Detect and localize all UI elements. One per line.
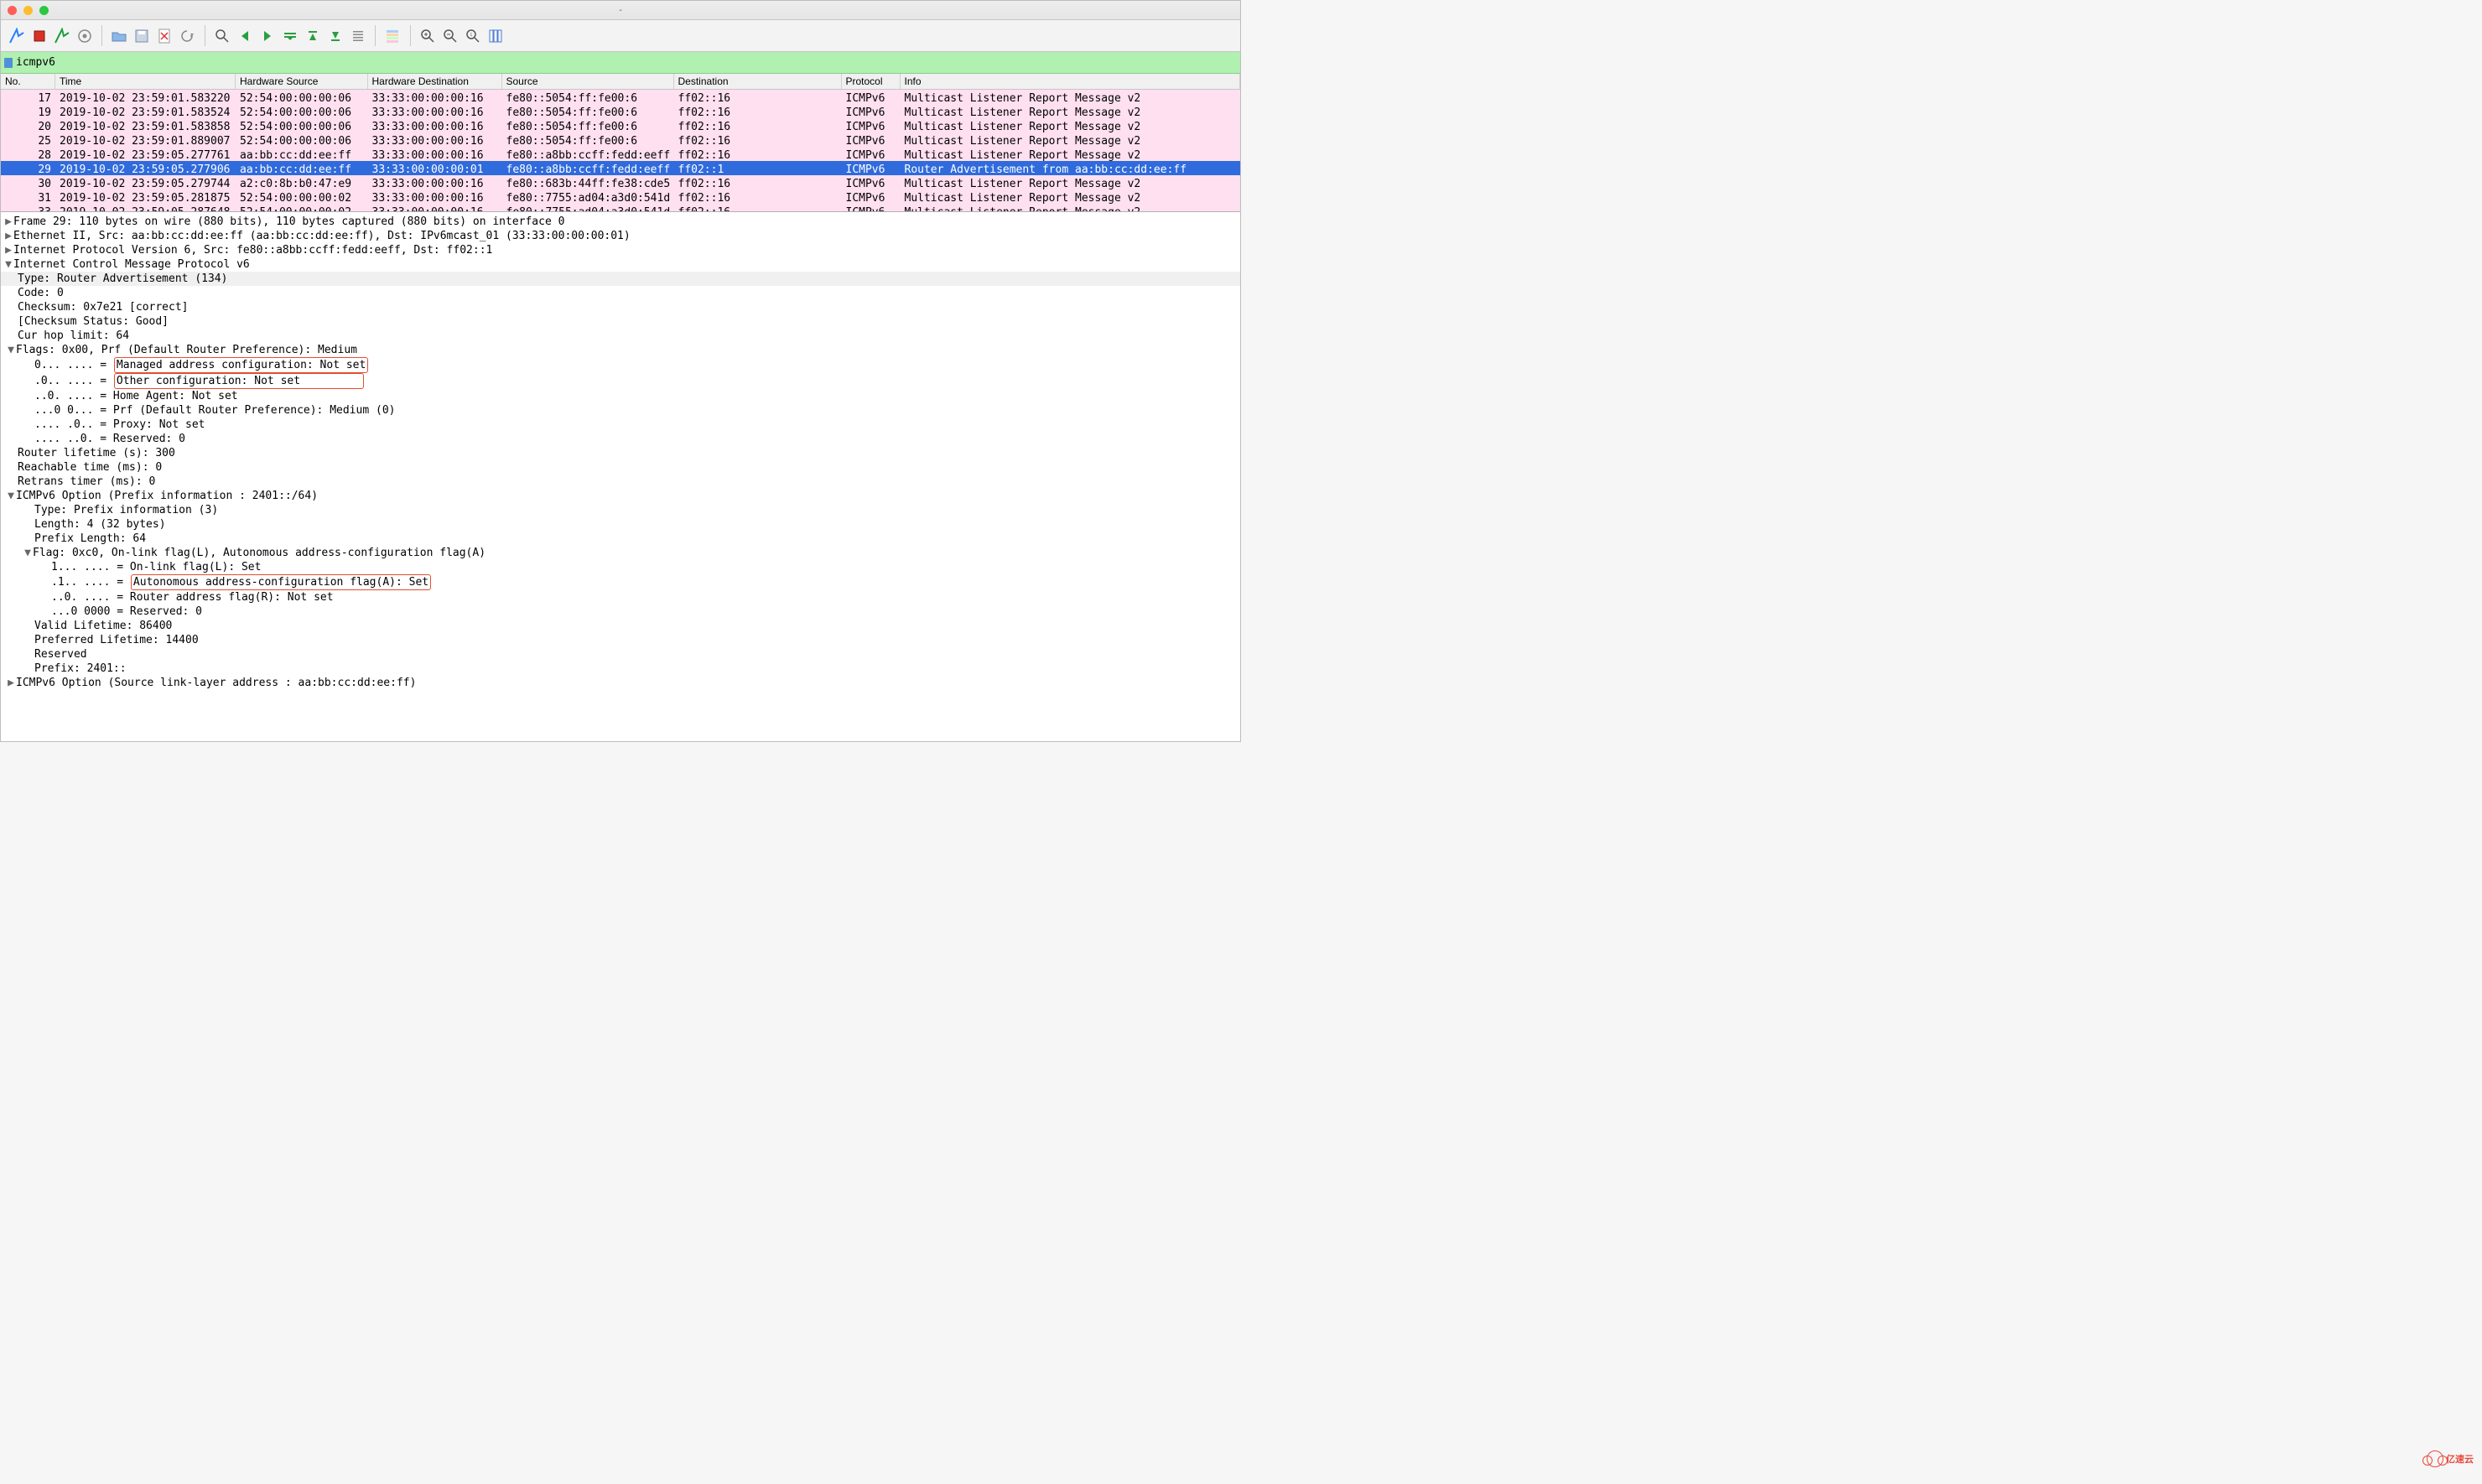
- highlight-autonomous: Autonomous address-configuration flag(A)…: [131, 574, 431, 590]
- zoom-in-icon[interactable]: [416, 24, 439, 47]
- tree-flag-proxy[interactable]: .... .0.. = Proxy: Not set: [1, 418, 1240, 432]
- close-button[interactable]: [8, 6, 17, 15]
- packet-row[interactable]: 292019-10-02 23:59:05.277906aa:bb:cc:dd:…: [1, 161, 1240, 175]
- tree-retrans-timer[interactable]: Retrans timer (ms): 0: [1, 475, 1240, 489]
- tree-valid-lifetime[interactable]: Valid Lifetime: 86400: [1, 619, 1240, 633]
- tree-flag-autonomous[interactable]: .1.. .... = Autonomous address-configura…: [1, 574, 1240, 590]
- save-file-icon[interactable]: [131, 24, 153, 47]
- go-forward-icon[interactable]: [256, 24, 278, 47]
- display-filter-input[interactable]: [16, 56, 1237, 69]
- packet-list-pane[interactable]: No. Time Hardware Source Hardware Destin…: [1, 74, 1240, 212]
- tree-option-sll[interactable]: ▶ICMPv6 Option (Source link-layer addres…: [1, 676, 1240, 690]
- stop-capture-icon[interactable]: [28, 24, 50, 47]
- tree-flag-reserved[interactable]: .... ..0. = Reserved: 0: [1, 432, 1240, 446]
- capture-options-icon[interactable]: [73, 24, 96, 47]
- col-src[interactable]: Source: [502, 74, 674, 89]
- start-capture-icon[interactable]: [5, 24, 28, 47]
- packet-details-pane[interactable]: ▶Frame 29: 110 bytes on wire (880 bits),…: [1, 212, 1240, 741]
- last-packet-icon[interactable]: [324, 24, 346, 47]
- tree-reserved[interactable]: Reserved: [1, 647, 1240, 662]
- tree-frame[interactable]: ▶Frame 29: 110 bytes on wire (880 bits),…: [1, 215, 1240, 229]
- col-time[interactable]: Time: [55, 74, 236, 89]
- tree-flag-prf[interactable]: ...0 0... = Prf (Default Router Preferen…: [1, 403, 1240, 418]
- tree-flag-other[interactable]: .0.. .... = Other configuration: Not set: [1, 373, 1240, 389]
- col-dst[interactable]: Destination: [674, 74, 842, 89]
- tree-checksum-status[interactable]: [Checksum Status: Good]: [1, 314, 1240, 329]
- highlight-other: Other configuration: Not set: [114, 373, 364, 389]
- packet-row[interactable]: 282019-10-02 23:59:05.277761aa:bb:cc:dd:…: [1, 147, 1240, 161]
- tree-checksum[interactable]: Checksum: 0x7e21 [correct]: [1, 300, 1240, 314]
- minimize-button[interactable]: [23, 6, 33, 15]
- tree-flag-opt-reserved[interactable]: ...0 0000 = Reserved: 0: [1, 604, 1240, 619]
- tree-flag-router-addr[interactable]: ..0. .... = Router address flag(R): Not …: [1, 590, 1240, 604]
- colorize-icon[interactable]: [382, 24, 404, 47]
- resize-columns-icon[interactable]: [484, 24, 506, 47]
- packet-row[interactable]: 302019-10-02 23:59:05.279744a2:c0:8b:b0:…: [1, 175, 1240, 189]
- go-back-icon[interactable]: [233, 24, 256, 47]
- titlebar: -: [1, 1, 1240, 20]
- tree-eth[interactable]: ▶Ethernet II, Src: aa:bb:cc:dd:ee:ff (aa…: [1, 229, 1240, 243]
- tree-icmpv6[interactable]: ▼Internet Control Message Protocol v6: [1, 257, 1240, 272]
- wireshark-window: - 1 No. Time Hardware Sourc: [0, 0, 1241, 742]
- go-to-packet-icon[interactable]: [278, 24, 301, 47]
- packet-row[interactable]: 332019-10-02 23:59:05.28764852:54:00:00:…: [1, 204, 1240, 212]
- watermark-text: 亿速云: [2446, 1452, 2474, 1466]
- col-info[interactable]: Info: [901, 74, 1241, 89]
- col-no[interactable]: No.: [1, 74, 55, 89]
- tree-ipv6[interactable]: ▶Internet Protocol Version 6, Src: fe80:…: [1, 243, 1240, 257]
- tree-flag-onlink[interactable]: 1... .... = On-link flag(L): Set: [1, 560, 1240, 574]
- packet-row[interactable]: 312019-10-02 23:59:05.28187552:54:00:00:…: [1, 189, 1240, 204]
- col-hwsrc[interactable]: Hardware Source: [236, 74, 368, 89]
- open-file-icon[interactable]: [108, 24, 131, 47]
- zoom-out-icon[interactable]: [439, 24, 461, 47]
- tree-flags[interactable]: ▼Flags: 0x00, Prf (Default Router Prefer…: [1, 343, 1240, 357]
- tree-preferred-lifetime[interactable]: Preferred Lifetime: 14400: [1, 633, 1240, 647]
- col-proto[interactable]: Protocol: [842, 74, 901, 89]
- svg-text:1: 1: [470, 33, 472, 38]
- first-packet-icon[interactable]: [301, 24, 324, 47]
- window-title: -: [619, 6, 621, 15]
- tree-flag-managed[interactable]: 0... .... = Managed address configuratio…: [1, 357, 1240, 373]
- display-filter-bar[interactable]: [1, 52, 1240, 74]
- bookmark-icon[interactable]: [4, 58, 13, 68]
- tree-flag-home[interactable]: ..0. .... = Home Agent: Not set: [1, 389, 1240, 403]
- maximize-button[interactable]: [39, 6, 49, 15]
- col-hwdst[interactable]: Hardware Destination: [368, 74, 502, 89]
- watermark-logo-icon: [2427, 1450, 2443, 1467]
- tree-router-lifetime[interactable]: Router lifetime (s): 300: [1, 446, 1240, 460]
- tree-opt-flag[interactable]: ▼Flag: 0xc0, On-link flag(L), Autonomous…: [1, 546, 1240, 560]
- auto-scroll-icon[interactable]: [346, 24, 369, 47]
- find-icon[interactable]: [210, 24, 233, 47]
- tree-opt-length[interactable]: Length: 4 (32 bytes): [1, 517, 1240, 532]
- tree-type[interactable]: Type: Router Advertisement (134): [1, 272, 1240, 286]
- tree-prefix[interactable]: Prefix: 2401::: [1, 662, 1240, 676]
- packet-row[interactable]: 172019-10-02 23:59:01.58322052:54:00:00:…: [1, 90, 1240, 104]
- close-file-icon[interactable]: [153, 24, 176, 47]
- tree-option-prefix[interactable]: ▼ICMPv6 Option (Prefix information : 240…: [1, 489, 1240, 503]
- tree-hop-limit[interactable]: Cur hop limit: 64: [1, 329, 1240, 343]
- highlight-managed: Managed address configuration: Not set: [114, 357, 368, 373]
- reload-icon[interactable]: [176, 24, 199, 47]
- tree-opt-type[interactable]: Type: Prefix information (3): [1, 503, 1240, 517]
- tree-code[interactable]: Code: 0: [1, 286, 1240, 300]
- packet-row[interactable]: 252019-10-02 23:59:01.88900752:54:00:00:…: [1, 132, 1240, 147]
- tree-reachable-time[interactable]: Reachable time (ms): 0: [1, 460, 1240, 475]
- watermark: 亿速云: [2427, 1450, 2474, 1467]
- zoom-reset-icon[interactable]: 1: [461, 24, 484, 47]
- packet-list-header: No. Time Hardware Source Hardware Destin…: [1, 74, 1240, 90]
- toolbar: 1: [1, 20, 1240, 52]
- packet-row[interactable]: 192019-10-02 23:59:01.58352452:54:00:00:…: [1, 104, 1240, 118]
- traffic-lights: [8, 6, 49, 15]
- tree-opt-prefix-length[interactable]: Prefix Length: 64: [1, 532, 1240, 546]
- restart-capture-icon[interactable]: [50, 24, 73, 47]
- packet-row[interactable]: 202019-10-02 23:59:01.58385852:54:00:00:…: [1, 118, 1240, 132]
